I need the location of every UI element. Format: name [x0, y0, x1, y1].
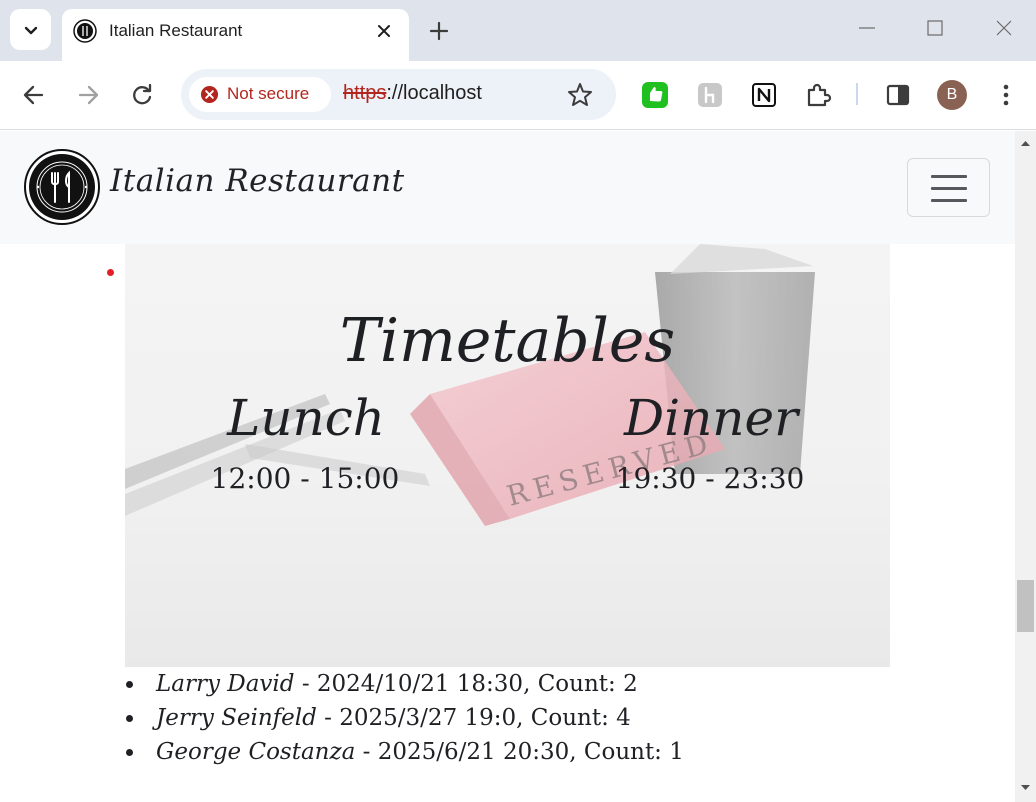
address-bar[interactable]: Not secure https://localhost	[181, 69, 616, 120]
back-arrow-icon[interactable]	[20, 81, 48, 109]
list-item: George Costanza - 2025/6/21 20:30, Count…	[124, 735, 824, 769]
timetables-title: Timetables	[339, 306, 676, 376]
hamburger-line	[931, 187, 967, 190]
hamburger-line	[931, 199, 967, 202]
more-menu-icon[interactable]	[992, 81, 1020, 109]
tab-search-button[interactable]	[10, 9, 51, 50]
green-extension-icon[interactable]	[641, 81, 669, 109]
dinner-hours: 19:30 - 23:30	[615, 462, 805, 495]
page-scrollbar[interactable]	[1015, 131, 1036, 802]
tab-title: Italian Restaurant	[109, 21, 243, 40]
new-tab-icon[interactable]	[427, 19, 451, 43]
list-item: Jerry Seinfeld - 2025/3/27 19:0, Count: …	[124, 701, 824, 735]
chevron-down-icon	[24, 26, 37, 34]
notion-icon[interactable]	[750, 81, 778, 109]
tab-strip: Italian Restaurant	[0, 0, 1036, 61]
reservation-name: Jerry Seinfeld	[156, 705, 317, 731]
side-panel-icon[interactable]	[884, 81, 912, 109]
site-navbar: Italian Restaurant	[0, 131, 1015, 244]
list-item: Larry David - 2024/10/21 18:30, Count: 2	[124, 667, 824, 701]
reservation-name: George Costanza	[156, 739, 356, 765]
minimize-icon[interactable]	[857, 18, 877, 38]
scroll-down-arrow-icon[interactable]	[1019, 781, 1032, 794]
forward-arrow-icon[interactable]	[74, 81, 102, 109]
maximize-icon[interactable]	[925, 18, 945, 38]
site-brand[interactable]: Italian Restaurant	[110, 163, 405, 199]
security-chip-label: Not secure	[227, 84, 310, 103]
grey-extension-icon[interactable]	[696, 81, 724, 109]
extensions-puzzle-icon[interactable]	[804, 81, 832, 109]
lunch-label: Lunch	[227, 389, 385, 447]
close-icon[interactable]	[374, 21, 394, 41]
restaurant-logo-icon[interactable]	[24, 149, 100, 225]
url-scheme: https	[343, 82, 387, 104]
profile-avatar[interactable]: B	[937, 80, 967, 110]
reservations-list: Larry David - 2024/10/21 18:30, Count: 2…	[124, 667, 824, 769]
not-secure-icon	[200, 85, 219, 104]
reservation-details: - 2025/3/27 19:0, Count: 4	[316, 705, 631, 731]
reservation-name: Larry David	[156, 671, 295, 697]
window-close-icon[interactable]	[994, 18, 1014, 38]
reservation-details: - 2024/10/21 18:30, Count: 2	[294, 671, 638, 697]
restaurant-favicon-icon	[73, 19, 97, 43]
toolbar-separator	[856, 83, 858, 105]
bookmark-star-icon[interactable]	[566, 81, 594, 109]
reservation-details: - 2025/6/21 20:30, Count: 1	[355, 739, 684, 765]
navbar-toggle-button[interactable]	[907, 158, 990, 217]
url-text[interactable]: https://localhost	[343, 82, 482, 105]
page-viewport: Italian Restaurant RESERVED Timetables L…	[0, 131, 1015, 802]
url-host: ://localhost	[386, 82, 482, 104]
hamburger-line	[931, 175, 967, 178]
active-tab[interactable]: Italian Restaurant	[62, 9, 409, 61]
scrollbar-thumb[interactable]	[1017, 580, 1034, 632]
timetables-banner: RESERVED Timetables Lunch 12:00 - 15:00 …	[125, 244, 890, 667]
browser-toolbar: Not secure https://localhost B	[0, 61, 1036, 130]
list-bullet	[107, 269, 114, 276]
scroll-up-arrow-icon[interactable]	[1019, 137, 1032, 150]
lunch-hours: 12:00 - 15:00	[210, 462, 400, 495]
security-chip[interactable]: Not secure	[189, 77, 331, 112]
dinner-label: Dinner	[624, 389, 798, 447]
reload-icon[interactable]	[128, 81, 156, 109]
